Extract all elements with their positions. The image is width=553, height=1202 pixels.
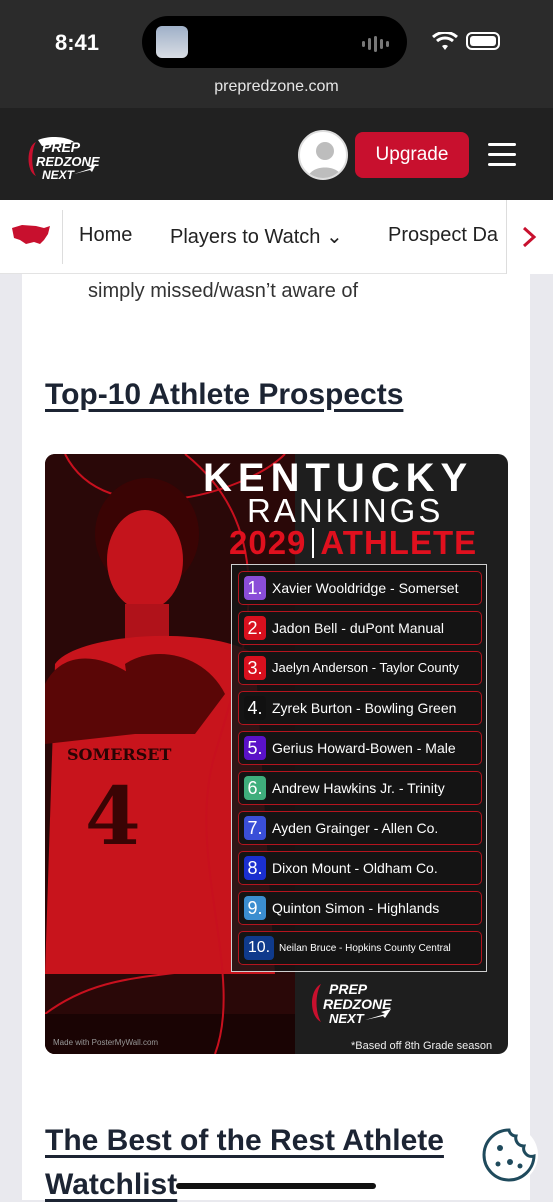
audio-waveform-icon xyxy=(362,36,389,52)
cookie-settings-button[interactable] xyxy=(480,1126,538,1184)
us-map-icon[interactable] xyxy=(10,222,52,250)
nav-item-home[interactable]: Home xyxy=(79,224,132,247)
nav-divider xyxy=(62,210,63,264)
rank-number: 4. xyxy=(244,696,266,720)
ranking-row: 9. Quinton Simon - Highlands xyxy=(238,891,482,925)
graphic-title-year-position: 2029 ATHLETE xyxy=(229,524,477,562)
rank-number: 8. xyxy=(244,856,266,880)
svg-text:REDZONE: REDZONE xyxy=(323,996,392,1012)
rank-player: Zyrek Burton - Bowling Green xyxy=(272,700,457,716)
svg-text:NEXT: NEXT xyxy=(329,1011,365,1026)
rankings-graphic[interactable]: SOMERSET 4 KENTUCKY RANKINGS 2029 ATHLETE… xyxy=(45,454,508,1054)
graphic-logo: PREP REDZONE NEXT xyxy=(312,981,392,1026)
ranking-row: 2. Jadon Bell - duPont Manual xyxy=(238,611,482,645)
rank-player: Andrew Hawkins Jr. - Trinity xyxy=(272,780,445,796)
rank-player: Quinton Simon - Highlands xyxy=(272,900,440,916)
rank-number: 1. xyxy=(244,576,266,600)
article-text: simply missed/wasn’t aware of xyxy=(88,280,359,302)
status-bar: 8:41 prepredzone.com xyxy=(0,0,553,108)
ranking-row: 8. Dixon Mount - Oldham Co. xyxy=(238,851,482,885)
graphic-credit: Made with PosterMyWall.com xyxy=(53,1038,159,1047)
media-thumbnail xyxy=(156,26,188,58)
rank-player: Xavier Wooldridge - Somerset xyxy=(272,580,459,596)
rank-player: Jadon Bell - duPont Manual xyxy=(272,620,444,636)
section-heading-top-10[interactable]: Top-10 Athlete Prospects xyxy=(45,378,403,412)
address-bar[interactable]: prepredzone.com xyxy=(0,78,553,96)
ranking-row: 6. Andrew Hawkins Jr. - Trinity xyxy=(238,771,482,805)
nav-scroll-right[interactable] xyxy=(506,200,553,274)
cookie-icon xyxy=(482,1128,536,1182)
graphic-footnote: *Based off 8th Grade season xyxy=(351,1040,493,1052)
rank-number: 9. xyxy=(244,896,266,920)
nav-item-prospect-database[interactable]: Prospect Da xyxy=(388,224,498,247)
upgrade-button[interactable]: Upgrade xyxy=(355,132,469,178)
ranking-row: 10. Neilan Bruce - Hopkins County Centra… xyxy=(238,931,482,965)
rank-number: 3. xyxy=(244,656,266,680)
section-heading-best-of-rest[interactable]: The Best of the Rest Athlete xyxy=(45,1124,444,1158)
svg-text:NEXT: NEXT xyxy=(42,168,76,182)
main-nav: Home Players to Watch ⌄ Prospect Da xyxy=(0,200,553,274)
user-avatar[interactable] xyxy=(298,130,348,180)
wifi-icon xyxy=(432,32,458,50)
clock: 8:41 xyxy=(55,30,100,55)
svg-text:PREP: PREP xyxy=(329,981,368,997)
ranking-row: 7. Ayden Grainger - Allen Co. xyxy=(238,811,482,845)
rank-player: Dixon Mount - Oldham Co. xyxy=(272,860,438,876)
site-logo[interactable]: PREP REDZONE NEXT xyxy=(22,132,114,184)
home-indicator[interactable] xyxy=(176,1183,376,1189)
rank-number: 7. xyxy=(244,816,266,840)
battery-icon xyxy=(466,32,500,50)
rank-number: 10. xyxy=(244,936,274,960)
rank-player: Neilan Bruce - Hopkins County Central xyxy=(279,943,451,954)
menu-icon[interactable] xyxy=(488,143,516,167)
rank-player: Jaelyn Anderson - Taylor County xyxy=(272,660,459,675)
rank-number: 5. xyxy=(244,736,266,760)
dynamic-island xyxy=(142,16,407,68)
section-heading-best-of-rest-cont[interactable]: Watchlist xyxy=(45,1168,177,1202)
rank-player: Ayden Grainger - Allen Co. xyxy=(272,820,439,836)
svg-text:PREP: PREP xyxy=(42,139,81,155)
ranking-row: 3. Jaelyn Anderson - Taylor County xyxy=(238,651,482,685)
rank-number: 2. xyxy=(244,616,266,640)
ranking-row: 5. Gerius Howard-Bowen - Male xyxy=(238,731,482,765)
nav-item-players-to-watch[interactable]: Players to Watch ⌄ xyxy=(170,224,343,249)
graphic-position: ATHLETE xyxy=(320,524,478,561)
rankings-list: 1. Xavier Wooldridge - Somerset 2. Jadon… xyxy=(231,564,487,972)
graphic-year: 2029 xyxy=(229,524,307,561)
ranking-row: 4. Zyrek Burton - Bowling Green xyxy=(238,691,482,725)
rank-number: 6. xyxy=(244,776,266,800)
site-header: PREP REDZONE NEXT xyxy=(0,108,553,200)
ranking-row: 1. Xavier Wooldridge - Somerset xyxy=(238,571,482,605)
chevron-right-icon xyxy=(522,226,537,248)
rank-player: Gerius Howard-Bowen - Male xyxy=(272,740,456,756)
